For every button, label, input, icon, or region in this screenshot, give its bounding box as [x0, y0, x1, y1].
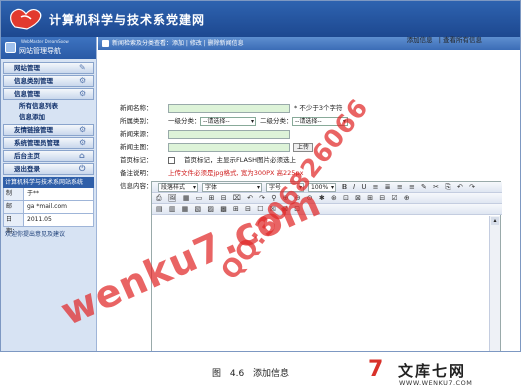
editor-toolbar-3: ▤ ▥ ▦ ▧ ▨ ▩ ⊞ ⊟ ☐ ☒ ⊠ ⊡ [152, 204, 502, 215]
format-toolbar-icons[interactable]: 𝐁 𝐼 U ≡ ≣ ≡ ≡ ✎ ✂ ⎘ ↶ ↷ [342, 183, 477, 192]
info-row-email: 邮件：ga *mail.com [3, 201, 94, 222]
menu-admin-management[interactable]: 系统管理员管理 ⚙ [3, 137, 94, 149]
editor-scrollbar[interactable]: ▴ [489, 216, 500, 351]
menu-label: 信息类别管理 [14, 77, 53, 85]
submenu-all-info-list[interactable]: 所有信息列表 [5, 101, 92, 112]
menu-link-management[interactable]: 友情链接管理 ⚙ [3, 124, 94, 136]
banner-en: WebMaster DreamSoow [21, 39, 69, 44]
info-key: 邮件： [4, 201, 24, 222]
row-category: 所属类别： 一级分类： --请选择-- 二级分类： --请选择-- [120, 116, 420, 127]
admin-icon [5, 42, 16, 53]
image-label: 新闻主图： [120, 143, 153, 151]
news-name-label: 新闻名称： [120, 104, 153, 112]
note-text: 上传文件必须是jpg格式, 宽为300PX 高225px [168, 169, 304, 177]
feedback-link[interactable]: 欢迎你提出意见及建议 [3, 229, 94, 238]
gear-icon: ⚙ [79, 89, 87, 98]
menu-logout[interactable]: 退出登录 ⏻ [3, 163, 94, 175]
site-title: 计算机科学与技术系党建网 [49, 13, 206, 27]
menu-category-management[interactable]: 信息类别管理 ⚙ [3, 75, 94, 87]
brand-mark-icon: 7 [368, 357, 384, 382]
page-icon [102, 40, 109, 47]
titlebar-text: 新闻检索及分类查看：添加 | 修改 | 删除新闻信息 [112, 40, 244, 47]
cat2-prefix: 二级分类： [260, 117, 293, 125]
brand-name: 文库七网 [398, 362, 467, 380]
note-label: 备注说明： [120, 169, 153, 177]
image-input[interactable] [168, 143, 290, 152]
menu-info-management[interactable]: 信息管理 ⚙ [3, 88, 94, 100]
banner-cn: 网站管理导航 [19, 47, 61, 55]
menu-label: 系统管理员管理 [14, 139, 60, 147]
source-input[interactable] [168, 130, 290, 139]
scroll-up-icon[interactable]: ▴ [491, 217, 499, 225]
menu-label: 信息管理 [14, 90, 40, 98]
menu-label: 友情链接管理 [14, 126, 53, 134]
menu-site-management[interactable]: 网站管理 ✎ [3, 62, 94, 74]
cat1-select[interactable]: --请选择-- [200, 117, 256, 126]
menu-label: 退出登录 [14, 165, 40, 173]
gear-icon: ⚙ [79, 76, 87, 85]
row-source: 新闻来源： [120, 129, 420, 140]
editor-toolbar-1: 段落样式 字体 字号 100% 𝐁 𝐼 U ≡ ≣ ≡ ≡ ✎ ✂ ⎘ ↶ ↷ [152, 182, 502, 193]
site-header: 计算机科学与技术系党建网 [1, 1, 520, 37]
info-value: 于** [27, 190, 40, 197]
figure-caption: 图 4.6 添加信息 [212, 369, 290, 379]
flag-checkbox[interactable] [168, 157, 175, 164]
row-image: 新闻主图： 上传 [120, 142, 420, 153]
info-row-date: 日期： 2011.05 [3, 214, 94, 235]
news-name-input[interactable] [168, 104, 290, 113]
info-value: 2011.05 [27, 216, 52, 223]
editor-toolbar-2: ⎙ 🖼 ▦ ▭ ⊞ ⊟ ⌧ ↶ ↷ ⚲ ⊕ ⊖ ⊙ ✱ ⊛ ⊡ ⊠ ⊞ ⊟ ☑ … [152, 193, 502, 204]
info-key: 日期： [4, 214, 24, 235]
source-label: 新闻来源： [120, 130, 153, 138]
sidebar-banner: WebMaster DreamSoow 网站管理导航 [1, 37, 96, 59]
font-select[interactable]: 字体 [202, 183, 262, 192]
sidebar-info-title: 计算机科学与技术系网站系统 [3, 177, 94, 188]
gear-icon: ⚙ [79, 138, 87, 147]
category-label: 所属类别： [120, 117, 153, 125]
menu-label: 网站管理 [14, 64, 40, 72]
home-icon: ⌂ [79, 151, 85, 160]
cat1-prefix: 一级分类： [168, 117, 201, 125]
flag-label: 首页标记： [120, 156, 153, 164]
row-flag: 首页标记： 首页标记，主显示FLASH图片必须选上 [120, 155, 420, 166]
logout-icon: ⏻ [79, 164, 86, 173]
view-all-link[interactable]: | 查看所有信息 [439, 36, 482, 44]
flag-text: 首页标记，主显示FLASH图片必须选上 [184, 156, 296, 164]
add-info-link[interactable]: 添加信息 [407, 36, 433, 44]
party-logo-icon [10, 8, 42, 30]
info-row-author: 制作：于** [3, 188, 94, 209]
info-value: ga *mail.com [27, 203, 67, 210]
brand-logo: 7 文库七网 WWW.WENKU7.COM [368, 358, 518, 390]
tools-icon: ✎ [79, 63, 86, 72]
style-select[interactable]: 段落样式 [158, 183, 198, 192]
row-note: 备注说明： 上传文件必须是jpg格式, 宽为300PX 高225px [120, 168, 420, 179]
menu-backend-home[interactable]: 后台主页 ⌂ [3, 150, 94, 162]
action-links: 添加信息 | 查看所有信息 [403, 34, 482, 44]
submenu-add-info[interactable]: 信息添加 [5, 112, 92, 123]
info-key: 制作： [4, 188, 24, 209]
gear-icon: ⚙ [79, 125, 87, 134]
menu-label: 后台主页 [14, 152, 40, 160]
brand-url: WWW.WENKU7.COM [399, 379, 473, 387]
row-news-name: 新闻名称： * 不少于3个字符 [120, 103, 420, 114]
